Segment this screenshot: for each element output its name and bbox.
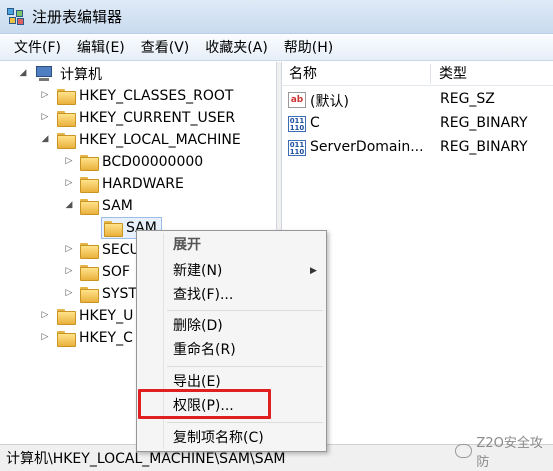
tree-item-label: HKEY_C — [79, 330, 133, 346]
tree-item-hkcc[interactable]: HKEY_C — [57, 327, 133, 349]
watermark-text: Z2O安全攻防 — [476, 436, 543, 470]
folder-icon — [57, 309, 76, 325]
ctx-new[interactable]: 新建(N) — [173, 260, 222, 282]
list-header: 名称 类型 — [282, 62, 553, 86]
folder-icon — [57, 111, 76, 127]
tree-item-system[interactable]: SYST — [80, 283, 137, 305]
binary-value-icon: 011 110 — [288, 140, 306, 156]
tree-item-bcd[interactable]: BCD00000000 — [80, 151, 203, 173]
value-name: ServerDomain... — [310, 139, 424, 155]
expand-arrow-icon[interactable]: ▷ — [40, 112, 50, 122]
list-row-serverdomain[interactable]: 011 110 ServerDomain... REG_BINARY — [282, 136, 553, 160]
expand-arrow-icon[interactable]: ▷ — [64, 266, 74, 276]
ctx-rename[interactable]: 重命名(R) — [173, 339, 236, 361]
column-divider[interactable] — [430, 64, 431, 84]
ctx-find[interactable]: 查找(F)... — [173, 284, 233, 306]
tree-item-hkcu[interactable]: HKEY_CURRENT_USER — [57, 107, 235, 129]
menu-separator — [167, 366, 323, 367]
tree-item-label: HKEY_CURRENT_USER — [79, 110, 236, 126]
collapse-arrow-icon[interactable]: ◢ — [18, 68, 28, 78]
expand-arrow-icon[interactable]: ▷ — [64, 288, 74, 298]
value-type: REG_BINARY — [440, 115, 528, 131]
string-value-icon: ab — [288, 92, 306, 108]
tree-item-label: SOF — [102, 264, 130, 280]
tree-item-sam[interactable]: SAM — [80, 195, 133, 217]
tree-item-label: BCD00000000 — [102, 154, 204, 170]
tree-item-label: HKEY_U — [79, 308, 134, 324]
tree-item-label: HARDWARE — [102, 176, 184, 192]
tree-item-software[interactable]: SOF — [80, 261, 130, 283]
folder-icon — [80, 199, 99, 215]
folder-icon — [80, 243, 99, 259]
collapse-arrow-icon[interactable]: ◢ — [40, 134, 50, 144]
window-title: 注册表编辑器 — [32, 8, 123, 26]
value-type: REG_SZ — [440, 91, 495, 107]
menu-view[interactable]: 查看(V) — [133, 36, 198, 60]
title-bar: 注册表编辑器 — [0, 0, 553, 34]
tree-item-label: SYST — [102, 286, 137, 302]
list-row-c[interactable]: 011 110 C REG_BINARY — [282, 112, 553, 136]
folder-icon — [80, 155, 99, 171]
value-name: C — [310, 115, 320, 131]
computer-icon — [34, 66, 54, 82]
menu-favorites[interactable]: 收藏夹(A) — [197, 36, 276, 60]
collapse-arrow-icon[interactable]: ◢ — [64, 200, 74, 210]
tree-item-hardware[interactable]: HARDWARE — [80, 173, 184, 195]
tree-item-hkcr[interactable]: HKEY_CLASSES_ROOT — [57, 85, 233, 107]
menu-bar: 文件(F) 编辑(E) 查看(V) 收藏夹(A) 帮助(H) — [0, 35, 553, 61]
regedit-app-icon — [6, 7, 26, 27]
menu-separator — [167, 422, 323, 423]
expand-arrow-icon[interactable]: ▷ — [64, 156, 74, 166]
menu-help[interactable]: 帮助(H) — [276, 36, 341, 60]
folder-icon — [80, 265, 99, 281]
tree-item-label: HKEY_CLASSES_ROOT — [79, 88, 234, 104]
expand-arrow-icon[interactable]: ▷ — [64, 178, 74, 188]
ctx-expand[interactable]: 展开 — [173, 234, 201, 256]
tree-item-label: HKEY_LOCAL_MACHINE — [79, 132, 241, 148]
folder-icon — [80, 287, 99, 303]
tree-item-label: SAM — [102, 198, 133, 214]
tree-item-hklm[interactable]: HKEY_LOCAL_MACHINE — [57, 129, 241, 151]
expand-arrow-icon[interactable]: ▷ — [40, 310, 50, 320]
annotation-highlight-box — [138, 389, 271, 419]
value-type: REG_BINARY — [440, 139, 528, 155]
folder-icon — [57, 133, 76, 149]
expand-arrow-icon[interactable]: ▷ — [40, 332, 50, 342]
submenu-arrow-icon: ▶ — [310, 266, 317, 276]
tree-item-label: SECU — [102, 242, 140, 258]
folder-icon — [57, 331, 76, 347]
column-header-type[interactable]: 类型 — [432, 62, 467, 86]
ctx-copy-key-name[interactable]: 复制项名称(C) — [173, 427, 264, 449]
tree-item-label: 计算机 — [60, 67, 102, 83]
expand-arrow-icon[interactable]: ▷ — [64, 244, 74, 254]
list-row-default[interactable]: ab (默认) REG_SZ — [282, 88, 553, 112]
ctx-delete[interactable]: 删除(D) — [173, 315, 223, 337]
tree-item-computer[interactable]: 计算机 — [34, 63, 102, 85]
tree-item-hku[interactable]: HKEY_U — [57, 305, 133, 327]
binary-value-icon: 011 110 — [288, 116, 306, 132]
menu-file[interactable]: 文件(F) — [6, 36, 69, 60]
folder-icon — [104, 221, 123, 237]
menu-edit[interactable]: 编辑(E) — [69, 36, 133, 60]
watermark: Z2O安全攻防 — [455, 432, 553, 470]
folder-icon — [57, 89, 76, 105]
expand-arrow-icon[interactable]: ▷ — [40, 90, 50, 100]
column-header-name[interactable]: 名称 — [282, 62, 317, 86]
tree-item-security[interactable]: SECU — [80, 239, 140, 261]
wechat-icon — [455, 444, 473, 458]
value-name: (默认) — [310, 94, 349, 110]
folder-icon — [80, 177, 99, 193]
menu-separator — [167, 310, 323, 311]
